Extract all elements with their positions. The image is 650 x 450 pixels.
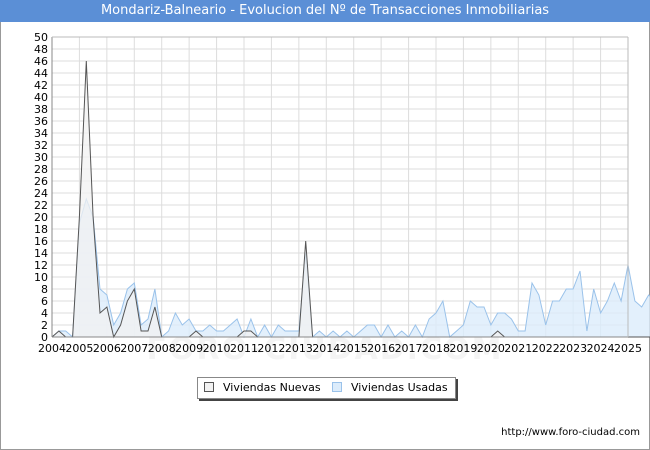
legend-item-usadas: Viviendas Usadas [332, 381, 448, 395]
x-tick-label: 2004 [38, 342, 66, 355]
y-tick-label: 30 [34, 151, 48, 164]
y-tick-label: 2 [41, 319, 48, 332]
y-tick-labels: 0246810121416182022242628303234363840424… [34, 31, 48, 344]
y-tick-label: 26 [34, 175, 48, 188]
y-tick-label: 6 [41, 295, 48, 308]
legend: Viviendas Nuevas Viviendas Usadas [197, 377, 456, 399]
legend-label-nuevas: Viviendas Nuevas [223, 381, 321, 394]
footer-url: http://www.foro-ciudad.com [501, 427, 640, 438]
x-tick-label: 2017 [395, 342, 423, 355]
y-tick-label: 8 [41, 283, 48, 296]
x-tick-label: 2005 [65, 342, 93, 355]
y-tick-label: 40 [34, 91, 48, 104]
legend-swatch-usadas [332, 382, 342, 392]
y-tick-label: 22 [34, 199, 48, 212]
y-tick-label: 12 [34, 259, 48, 272]
y-tick-label: 36 [34, 115, 48, 128]
x-tick-label: 2015 [340, 342, 368, 355]
x-tick-label: 2019 [449, 342, 477, 355]
y-tick-label: 46 [34, 55, 48, 68]
y-tick-label: 20 [34, 211, 48, 224]
grid-lines [51, 36, 629, 338]
x-tick-label: 2022 [532, 342, 560, 355]
y-tick-label: 14 [34, 247, 48, 260]
x-tick-label: 2008 [148, 342, 176, 355]
x-tick-label: 2011 [230, 342, 258, 355]
x-tick-label: 2023 [559, 342, 587, 355]
legend-item-nuevas: Viviendas Nuevas [204, 381, 321, 395]
x-tick-labels: 2004 2005 2006 2007 2008 2009 2010 2011 2012 2013… [38, 342, 642, 355]
x-tick-label: 2021 [504, 342, 532, 355]
plot-background [52, 37, 628, 337]
x-tick-label: 2010 [203, 342, 231, 355]
y-tick-label: 34 [34, 127, 48, 140]
x-tick-label: 2014 [312, 342, 340, 355]
y-tick-label: 48 [34, 43, 48, 56]
x-tick-label: 2025 [614, 342, 642, 355]
y-tick-label: 44 [34, 67, 48, 80]
x-tick-label: 2007 [120, 342, 148, 355]
x-tick-label: 2013 [285, 342, 313, 355]
y-tick-label: 18 [34, 223, 48, 236]
y-tick-label: 32 [34, 139, 48, 152]
x-tick-label: 2020 [477, 342, 505, 355]
x-tick-label: 2024 [587, 342, 615, 355]
y-tick-label: 10 [34, 271, 48, 284]
y-tick-label: 28 [34, 163, 48, 176]
y-tick-label: 38 [34, 103, 48, 116]
x-tick-label: 2006 [93, 342, 121, 355]
legend-swatch-nuevas [204, 382, 214, 392]
x-tick-label: 2018 [422, 342, 450, 355]
legend-label-usadas: Viviendas Usadas [351, 381, 448, 394]
y-tick-label: 50 [34, 31, 48, 44]
x-tick-label: 2009 [175, 342, 203, 355]
y-tick-label: 16 [34, 235, 48, 248]
y-tick-label: 4 [41, 307, 48, 320]
y-tick-label: 42 [34, 79, 48, 92]
x-tick-label: 2012 [257, 342, 285, 355]
x-tick-label: 2016 [367, 342, 395, 355]
y-tick-label: 24 [34, 187, 48, 200]
